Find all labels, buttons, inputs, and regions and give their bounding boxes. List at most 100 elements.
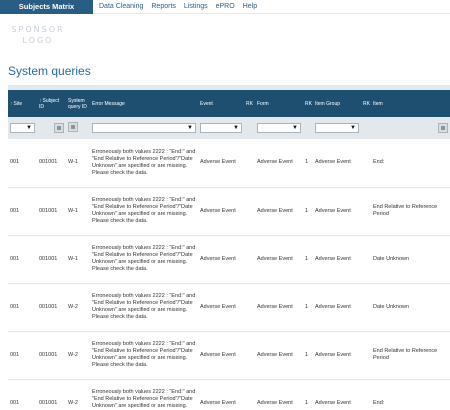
- col-header-event[interactable]: Event: [198, 90, 244, 117]
- cell-form: Adverse Event: [255, 235, 303, 284]
- cell-subject-id: 001001: [37, 331, 66, 380]
- cell-site: 001: [8, 187, 37, 236]
- cell-rk-group: [361, 379, 371, 410]
- cell-rk-group: [361, 331, 371, 380]
- error-message-filter-select[interactable]: ▼: [92, 123, 196, 133]
- cell-query-id: W-2: [66, 283, 90, 332]
- chevron-down-icon: ▼: [292, 125, 298, 131]
- col-header-item-group[interactable]: Item Group: [313, 90, 361, 117]
- col-header-subject-id[interactable]: ↑Subject ID: [37, 90, 66, 117]
- nav-epro[interactable]: ePRO: [216, 0, 235, 14]
- cell-item-group: Adverse Event: [313, 283, 361, 332]
- cell-rk-event: [244, 187, 255, 236]
- cell-item: End Relative to Reference Period: [371, 187, 450, 236]
- cell-subject-id: 001001: [37, 139, 66, 188]
- cell-query-id: W-2: [66, 379, 90, 410]
- table-row[interactable]: 001 001001 W-1 Erroneously both values 2…: [8, 187, 450, 236]
- cell-form: Adverse Event: [255, 331, 303, 380]
- system-queries-table: ↑Site ↑Subject ID System query ID Error …: [8, 85, 450, 410]
- col-header-rk-group[interactable]: RK: [361, 90, 371, 117]
- col-header-rk-form[interactable]: RK: [303, 90, 313, 117]
- col-header-system-query-id[interactable]: System query ID: [66, 90, 90, 117]
- col-header-form[interactable]: Form: [255, 90, 303, 117]
- col-header-error-message[interactable]: Error Message: [90, 90, 198, 117]
- col-header-rk-event[interactable]: RK: [244, 90, 255, 117]
- cell-rk-form: 1: [303, 187, 313, 236]
- nav-listings[interactable]: Listings: [184, 0, 208, 14]
- cell-form: Adverse Event: [255, 187, 303, 236]
- cell-rk-form: 1: [303, 331, 313, 380]
- cell-subject-id: 001001: [37, 283, 66, 332]
- cell-subject-id: 001001: [37, 235, 66, 284]
- cell-error-message: Erroneously both values 2222 : "End:" an…: [90, 139, 198, 188]
- cell-query-id: W-2: [66, 331, 90, 380]
- cell-rk-event: [244, 235, 255, 284]
- cell-item: End:: [371, 379, 450, 410]
- event-filter-select[interactable]: ▼: [200, 123, 242, 133]
- table-row[interactable]: 001 001001 W-2 Erroneously both values 2…: [8, 379, 450, 410]
- cell-item: Date Unknown: [371, 235, 450, 284]
- col-header-item[interactable]: Item: [371, 90, 450, 117]
- logo-line-1: SPONSOR: [11, 25, 65, 34]
- table-header-row: ↑Site ↑Subject ID System query ID Error …: [8, 90, 450, 117]
- cell-item: End Relative to Reference Period: [371, 331, 450, 380]
- cell-site: 001: [8, 235, 37, 284]
- cell-event: Adverse Event: [198, 187, 244, 236]
- cell-form: Adverse Event: [255, 283, 303, 332]
- item-filter-button[interactable]: [438, 123, 448, 133]
- site-filter-select[interactable]: ▼: [10, 123, 35, 133]
- cell-rk-group: [361, 187, 371, 236]
- chevron-down-icon: ▼: [233, 125, 239, 131]
- cell-rk-event: [244, 139, 255, 188]
- cell-query-id: W-1: [66, 139, 90, 188]
- cell-error-message: Erroneously both values 2222 : "End:" an…: [90, 187, 198, 236]
- cell-rk-form: 1: [303, 379, 313, 410]
- cell-rk-event: [244, 331, 255, 380]
- nav-help[interactable]: Help: [243, 0, 257, 14]
- cell-subject-id: 001001: [37, 379, 66, 410]
- cell-query-id: W-1: [66, 235, 90, 284]
- cell-item-group: Adverse Event: [313, 139, 361, 188]
- chevron-down-icon: ▼: [187, 125, 193, 131]
- cell-query-id: W-1: [66, 187, 90, 236]
- cell-site: 001: [8, 379, 37, 410]
- cell-error-message: Erroneously both values 2222 : "End:" an…: [90, 331, 198, 380]
- cell-form: Adverse Event: [255, 139, 303, 188]
- cell-site: 001: [8, 331, 37, 380]
- chevron-down-icon: ▼: [26, 125, 32, 131]
- cell-site: 001: [8, 139, 37, 188]
- cell-item-group: Adverse Event: [313, 187, 361, 236]
- table-row[interactable]: 001 001001 W-1 Erroneously both values 2…: [8, 139, 450, 188]
- cell-rk-event: [244, 379, 255, 410]
- table-row[interactable]: 001 001001 W-1 Erroneously both values 2…: [8, 235, 450, 284]
- subject-filter-button[interactable]: [54, 123, 64, 133]
- cell-item-group: Adverse Event: [313, 235, 361, 284]
- cell-item: Date Unknown: [371, 283, 450, 332]
- item-group-filter-select[interactable]: ▼: [315, 123, 359, 133]
- cell-form: Adverse Event: [255, 379, 303, 410]
- query-id-filter-button[interactable]: [68, 122, 78, 132]
- cell-rk-form: 1: [303, 139, 313, 188]
- cell-error-message: Erroneously both values 2222 : "End:" an…: [90, 283, 198, 332]
- cell-event: Adverse Event: [198, 379, 244, 410]
- col-header-site[interactable]: ↑Site: [8, 90, 37, 117]
- cell-rk-event: [244, 283, 255, 332]
- form-filter-select[interactable]: ▼: [257, 123, 301, 133]
- sponsor-logo: SPONSOR LOGO: [8, 24, 68, 46]
- main-menu: Data Cleaning Reports Listings ePRO Help: [99, 0, 257, 14]
- cell-event: Adverse Event: [198, 331, 244, 380]
- logo-line-2: LOGO: [22, 36, 54, 45]
- cell-event: Adverse Event: [198, 235, 244, 284]
- cell-rk-form: 1: [303, 283, 313, 332]
- page-title: System queries: [8, 64, 91, 78]
- filter-row: ▼ ▼ ▼ ▼ ▼: [8, 117, 450, 139]
- chevron-down-icon: ▼: [350, 125, 356, 131]
- nav-data-cleaning[interactable]: Data Cleaning: [99, 0, 143, 14]
- subjects-matrix-tab[interactable]: Subjects Matrix: [0, 0, 93, 14]
- table-row[interactable]: 001 001001 W-2 Erroneously both values 2…: [8, 283, 450, 332]
- cell-rk-group: [361, 235, 371, 284]
- nav-reports[interactable]: Reports: [151, 0, 176, 14]
- table-row[interactable]: 001 001001 W-2 Erroneously both values 2…: [8, 331, 450, 380]
- cell-error-message: Erroneously both values 2222 : "End:" an…: [90, 235, 198, 284]
- cell-rk-group: [361, 283, 371, 332]
